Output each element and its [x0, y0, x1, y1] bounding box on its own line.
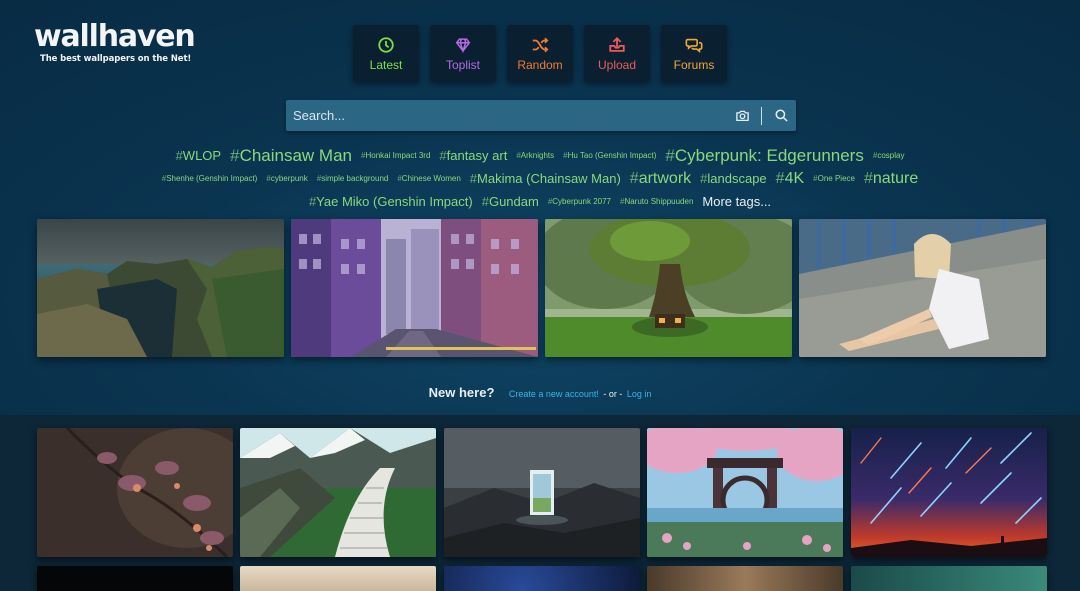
- or-separator: - or -: [603, 389, 623, 399]
- chat-bubbles-icon: [685, 38, 703, 53]
- tree-house-image: [545, 219, 792, 357]
- meteor-sky-image: [851, 428, 1047, 557]
- tag-row-3: #Yae Miko (Genshin Impact) #Gundam #Cybe…: [0, 190, 1080, 213]
- tag-link[interactable]: #Cyberpunk: Edgerunners: [665, 146, 863, 166]
- tag-link[interactable]: #WLOP: [176, 148, 222, 163]
- nav-toplist-label: Toplist: [445, 57, 480, 72]
- tag-link[interactable]: #Arknights: [516, 151, 554, 160]
- new-here-heading: New here?: [428, 385, 495, 400]
- wallpaper-thumb[interactable]: [851, 566, 1047, 591]
- tag-link[interactable]: #cyberpunk: [266, 174, 307, 183]
- flowers-image: [37, 428, 233, 557]
- door-landscape-image: [444, 428, 640, 557]
- tag-link[interactable]: #4K: [776, 170, 804, 188]
- search-divider: [761, 106, 762, 125]
- logo-tagline: The best wallpapers on the Net!: [40, 54, 192, 64]
- wallpaper-thumb[interactable]: [240, 566, 436, 591]
- camera-search-button[interactable]: [727, 100, 757, 131]
- tag-link[interactable]: #simple background: [317, 174, 389, 183]
- main-nav: Latest Toplist Random Upload Forums: [353, 25, 727, 82]
- wallpaper-thumb[interactable]: [444, 566, 640, 591]
- tag-link[interactable]: #Honkai Impact 3rd: [361, 151, 430, 160]
- tag-link[interactable]: #Gundam: [482, 194, 539, 209]
- nav-random-button[interactable]: Random: [507, 25, 573, 82]
- bridge-portrait-image: [799, 219, 1046, 357]
- wallpaper-thumb[interactable]: [647, 566, 843, 591]
- tag-link[interactable]: #Hu Tao (Genshin Impact): [563, 151, 656, 160]
- login-link[interactable]: Log in: [627, 389, 652, 399]
- wallpaper-thumb[interactable]: [37, 428, 233, 557]
- tag-link[interactable]: #fantasy art: [439, 148, 507, 163]
- diamond-icon: [455, 37, 471, 53]
- featured-wallpaper-thumb[interactable]: [291, 219, 538, 357]
- tag-link[interactable]: #One Piece: [813, 174, 855, 183]
- tag-link[interactable]: #Cyberpunk 2077: [548, 197, 611, 206]
- search-bar: [286, 100, 796, 131]
- logo-wordmark: wallhaven: [34, 19, 196, 54]
- signup-prompt: New here? Create a new account! - or - L…: [0, 384, 1080, 402]
- wallpaper-thumb[interactable]: [444, 428, 640, 557]
- wallpaper-thumb[interactable]: [851, 428, 1047, 557]
- tag-link[interactable]: #Naruto Shippuuden: [620, 197, 693, 206]
- tag-row-2: #Shenhe (Genshin Impact) #cyberpunk #sim…: [0, 167, 1080, 190]
- tag-row-1: #WLOP #Chainsaw Man #Honkai Impact 3rd #…: [0, 144, 1080, 167]
- popular-tags: #WLOP #Chainsaw Man #Honkai Impact 3rd #…: [0, 144, 1080, 213]
- wallpaper-thumb[interactable]: [37, 566, 233, 591]
- tag-link[interactable]: #cosplay: [873, 151, 905, 160]
- clock-icon: [378, 36, 394, 53]
- more-tags-link[interactable]: More tags...: [702, 194, 771, 209]
- nav-latest-label: Latest: [369, 57, 403, 72]
- keyboard-road-image: [240, 428, 436, 557]
- cliffs-image: [37, 219, 284, 357]
- pixel-shrine-image: [647, 428, 843, 557]
- nav-forums-button[interactable]: Forums: [661, 25, 727, 82]
- wallpaper-thumb[interactable]: [240, 428, 436, 557]
- tag-link[interactable]: #artwork: [630, 170, 691, 188]
- nav-upload-button[interactable]: Upload: [584, 25, 650, 82]
- nav-toplist-button[interactable]: Toplist: [430, 25, 496, 82]
- nav-forums-label: Forums: [673, 57, 715, 72]
- site-logo[interactable]: wallhaven The best wallpapers on the Net…: [34, 19, 196, 65]
- search-icon: [775, 109, 788, 122]
- tag-link[interactable]: #nature: [864, 170, 918, 188]
- search-button[interactable]: [766, 100, 796, 131]
- nav-random-label: Random: [517, 57, 563, 72]
- tag-link[interactable]: #Yae Miko (Genshin Impact): [309, 194, 473, 209]
- tag-link[interactable]: #Shenhe (Genshin Impact): [162, 174, 258, 183]
- tag-link[interactable]: #landscape: [700, 171, 767, 186]
- nav-upload-label: Upload: [597, 57, 637, 72]
- create-account-link[interactable]: Create a new account!: [509, 389, 599, 399]
- wallpaper-thumb[interactable]: [647, 428, 843, 557]
- shuffle-icon: [532, 37, 549, 52]
- nav-latest-button[interactable]: Latest: [353, 25, 419, 82]
- tag-link[interactable]: #Makima (Chainsaw Man): [470, 171, 621, 186]
- anime-street-image: [291, 219, 538, 357]
- search-input[interactable]: [286, 100, 727, 131]
- featured-wallpaper-thumb[interactable]: [545, 219, 792, 357]
- featured-wallpaper-thumb[interactable]: [37, 219, 284, 357]
- tag-link[interactable]: #Chinese Women: [397, 174, 460, 183]
- tag-link[interactable]: #Chainsaw Man: [230, 146, 352, 166]
- featured-wallpaper-thumb[interactable]: [799, 219, 1046, 357]
- upload-icon: [609, 36, 625, 52]
- camera-icon: [735, 110, 749, 122]
